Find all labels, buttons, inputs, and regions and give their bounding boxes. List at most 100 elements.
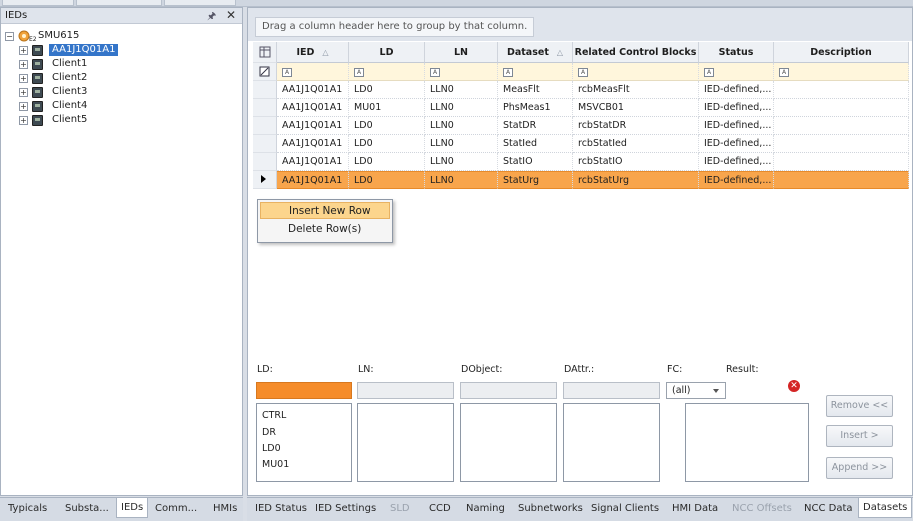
list-item[interactable]: LD0 (262, 443, 281, 454)
cell-dataset[interactable]: StatIO (498, 153, 573, 171)
dattr-filter-input[interactable] (563, 382, 660, 399)
row-selector[interactable] (253, 135, 277, 153)
cell-related-control-blocks[interactable]: rcbStatIed (573, 135, 699, 153)
filter-cell-related-control-blocks[interactable]: A (573, 63, 699, 81)
cell-status[interactable]: IED-defined,... (699, 135, 774, 153)
cell-ld[interactable]: LD0 (349, 135, 425, 153)
row-selector[interactable] (253, 99, 277, 117)
ln-filter-input[interactable] (357, 382, 454, 399)
tree-item-client5[interactable]: + Client5 (1, 114, 241, 126)
insert-button[interactable]: Insert > (826, 425, 893, 447)
cell-status[interactable]: IED-defined,... (699, 117, 774, 135)
table-row[interactable]: AA1J1Q01A1 LD0 LLN0 StatDR rcbStatDR IED… (253, 117, 909, 135)
tab-ncc-data[interactable]: NCC Data (800, 501, 857, 517)
cell-ied[interactable]: AA1J1Q01A1 (277, 81, 349, 99)
cell-ln[interactable]: LLN0 (425, 99, 498, 117)
cell-ied[interactable]: AA1J1Q01A1 (277, 171, 349, 189)
cell-description[interactable] (774, 135, 909, 153)
expand-icon[interactable]: + (19, 102, 28, 111)
filter-cell-ld[interactable]: A (349, 63, 425, 81)
tab-hmi-data[interactable]: HMI Data (668, 501, 722, 517)
cell-dataset[interactable]: MeasFlt (498, 81, 573, 99)
column-header-ld[interactable]: LD (349, 42, 425, 63)
cell-dataset[interactable]: StatUrg (498, 171, 573, 189)
tab-substations[interactable]: Substa... (61, 501, 113, 517)
ln-listbox[interactable] (357, 403, 454, 482)
cell-ld[interactable]: LD0 (349, 171, 425, 189)
tab-signal-clients[interactable]: Signal Clients (587, 501, 663, 517)
cell-dataset[interactable]: PhsMeas1 (498, 99, 573, 117)
ld-filter-input[interactable] (256, 382, 352, 399)
cell-ln[interactable]: LLN0 (425, 135, 498, 153)
table-row[interactable]: AA1J1Q01A1 LD0 LLN0 MeasFlt rcbMeasFlt I… (253, 81, 909, 99)
column-header-dataset[interactable]: Dataset △ (498, 42, 573, 63)
ld-listbox[interactable]: CTRL DR LD0 MU01 (256, 403, 352, 482)
table-row[interactable]: AA1J1Q01A1 LD0 LLN0 StatIO rcbStatIO IED… (253, 153, 909, 171)
tab-datasets[interactable]: Datasets (858, 498, 913, 518)
tab-ncc-offsets[interactable]: NCC Offsets (728, 501, 796, 517)
cell-ld[interactable]: MU01 (349, 99, 425, 117)
tab-sld[interactable]: SLD (386, 501, 414, 517)
tab-communication[interactable]: Comm... (151, 501, 201, 517)
tree-item-aa1j1q01a1[interactable]: + AA1J1Q01A1 (1, 44, 241, 56)
pin-icon[interactable]: 🖈 (207, 9, 216, 26)
expand-icon[interactable]: + (19, 88, 28, 97)
cell-description[interactable] (774, 171, 909, 189)
cell-ln[interactable]: LLN0 (425, 153, 498, 171)
close-icon[interactable]: ✕ (226, 8, 236, 22)
column-header-ln[interactable]: LN (425, 42, 498, 63)
result-listbox[interactable] (685, 403, 809, 482)
column-header-description[interactable]: Description (774, 42, 909, 63)
cell-ln[interactable]: LLN0 (425, 81, 498, 99)
append-button[interactable]: Append >> (826, 457, 893, 479)
filter-cell-dataset[interactable]: A (498, 63, 573, 81)
tab-ied-status[interactable]: IED Status (251, 501, 311, 517)
expand-icon[interactable]: + (19, 116, 28, 125)
menu-item-delete-rows[interactable]: Delete Row(s) (260, 221, 390, 238)
tree-item-client4[interactable]: + Client4 (1, 100, 241, 112)
expand-icon[interactable]: + (19, 46, 28, 55)
table-row[interactable]: AA1J1Q01A1 MU01 LLN0 PhsMeas1 MSVCB01 IE… (253, 99, 909, 117)
dobject-filter-input[interactable] (460, 382, 557, 399)
top-tab-stub[interactable] (2, 0, 74, 6)
cell-dataset[interactable]: StatDR (498, 117, 573, 135)
cell-related-control-blocks[interactable]: MSVCB01 (573, 99, 699, 117)
cell-status[interactable]: IED-defined,... (699, 99, 774, 117)
filter-cell-description[interactable]: A (774, 63, 909, 81)
filter-cell-ied[interactable]: A (277, 63, 349, 81)
expand-icon[interactable]: + (19, 60, 28, 69)
cell-description[interactable] (774, 117, 909, 135)
cell-status[interactable]: IED-defined,... (699, 81, 774, 99)
cell-related-control-blocks[interactable]: rcbStatDR (573, 117, 699, 135)
tree-item-client2[interactable]: + Client2 (1, 72, 241, 84)
list-item[interactable]: DR (262, 427, 276, 438)
tab-subnetworks[interactable]: Subnetworks (514, 501, 587, 517)
cell-ln[interactable]: LLN0 (425, 171, 498, 189)
top-tab-stub[interactable] (164, 0, 236, 6)
tree-item-client3[interactable]: + Client3 (1, 86, 241, 98)
cell-dataset[interactable]: StatIed (498, 135, 573, 153)
group-by-area[interactable]: Drag a column header here to group by th… (248, 8, 912, 41)
cell-ied[interactable]: AA1J1Q01A1 (277, 99, 349, 117)
row-selector[interactable] (253, 171, 277, 189)
cell-ld[interactable]: LD0 (349, 81, 425, 99)
dobject-listbox[interactable] (460, 403, 557, 482)
cell-related-control-blocks[interactable]: rcbStatUrg (573, 171, 699, 189)
menu-item-insert-new-row[interactable]: Insert New Row (260, 202, 390, 219)
row-selector[interactable] (253, 81, 277, 99)
tab-ccd[interactable]: CCD (425, 501, 455, 517)
list-item[interactable]: MU01 (262, 459, 289, 470)
tab-naming[interactable]: Naming (462, 501, 509, 517)
cell-related-control-blocks[interactable]: rcbStatIO (573, 153, 699, 171)
dattr-listbox[interactable] (563, 403, 660, 482)
remove-button[interactable]: Remove << (826, 395, 893, 417)
filter-cell-ln[interactable]: A (425, 63, 498, 81)
cell-ld[interactable]: LD0 (349, 153, 425, 171)
filter-cell-status[interactable]: A (699, 63, 774, 81)
cell-description[interactable] (774, 153, 909, 171)
cell-ied[interactable]: AA1J1Q01A1 (277, 135, 349, 153)
table-row-selected[interactable]: AA1J1Q01A1 LD0 LLN0 StatUrg rcbStatUrg I… (253, 171, 909, 189)
column-header-ied[interactable]: IED △ (277, 42, 349, 63)
row-selector[interactable] (253, 117, 277, 135)
table-row[interactable]: AA1J1Q01A1 LD0 LLN0 StatIed rcbStatIed I… (253, 135, 909, 153)
